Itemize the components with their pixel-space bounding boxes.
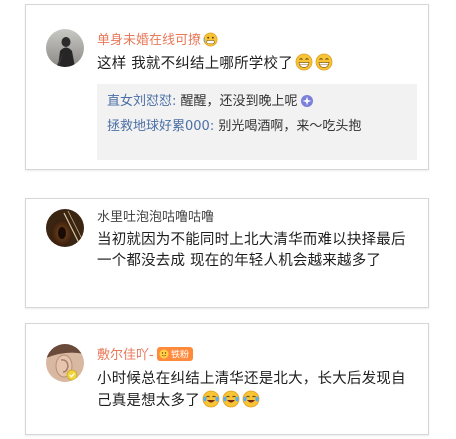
violin-avatar-icon: [46, 209, 84, 247]
username[interactable]: 敷尔佳吖-: [97, 348, 154, 363]
reply-list: 直女刘怼怼: 醒醒，还没到晚上呢 拯救地球好累000: 别光喝酒啊，来～吃头抱: [97, 84, 417, 160]
sparkle-emoji-icon: [300, 94, 314, 115]
username[interactable]: 单身未婚在线可撩: [97, 33, 201, 48]
comment-card: 单身未婚在线可撩 这样 我就不纠结上哪所学校了 直女刘怼怼: 醒醒，还没到晚上呢…: [25, 4, 429, 170]
laugh-cry-emoji-icon: [242, 390, 260, 415]
fan-badge: 铁粉: [156, 347, 193, 366]
reply-text: 醒醒，还没到晚上呢: [176, 94, 298, 109]
ear-closeup-avatar-icon: [46, 344, 84, 382]
fan-badge-label: 铁粉: [171, 349, 189, 361]
laugh-cry-emoji-icon: [222, 390, 240, 415]
reply-username[interactable]: 拯救地球好累000:: [107, 119, 214, 134]
comment-text: 这样 我就不纠结上哪所学校了: [97, 56, 293, 72]
reply-text: 别光喝酒啊，来～吃头抱: [214, 119, 362, 134]
username[interactable]: 水里吐泡泡咕噜咕噜: [97, 210, 214, 226]
reply-item[interactable]: 拯救地球好累000: 别光喝酒啊，来～吃头抱: [107, 117, 407, 137]
avatar[interactable]: [46, 29, 84, 67]
person-silhouette-avatar-icon: [46, 29, 84, 67]
grin-emoji-icon: [295, 53, 313, 78]
grimace-emoji-icon: [203, 32, 218, 52]
avatar[interactable]: [46, 344, 84, 382]
avatar[interactable]: [46, 209, 84, 247]
reply-item[interactable]: 直女刘怼怼: 醒醒，还没到晚上呢: [107, 92, 407, 115]
comment-card: 敷尔佳吖- 铁粉 小时候总在纠结上清华还是北大，长大后发现自己真是想太多了: [25, 323, 429, 435]
comment-card: 水里吐泡泡咕噜咕噜 当初就因为不能同时上北大清华而难以抉择最后一个都没去成 现在…: [25, 198, 429, 308]
grin-emoji-icon: [315, 53, 333, 78]
laugh-cry-emoji-icon: [202, 390, 220, 415]
reply-username[interactable]: 直女刘怼怼:: [107, 94, 176, 109]
comment-text: 当初就因为不能同时上北大清华而难以抉择最后一个都没去成 现在的年轻人机会越来越多…: [97, 232, 406, 269]
